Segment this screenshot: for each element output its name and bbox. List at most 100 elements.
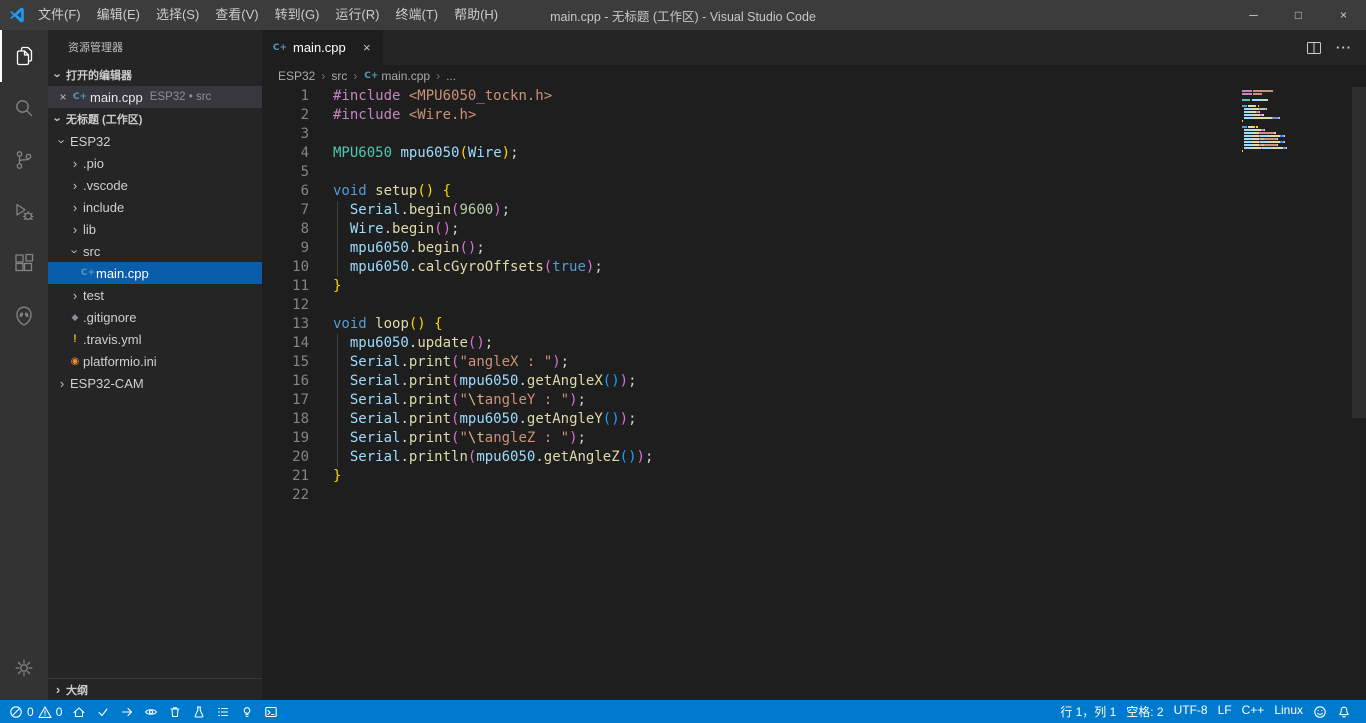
line-number[interactable]: 17 [262,391,309,410]
pio-clean-button[interactable] [163,700,187,723]
pio-monitor-button[interactable] [139,700,163,723]
tree-item-lib[interactable]: › lib [48,218,262,240]
line-number[interactable]: 3 [262,125,309,144]
menu-item[interactable]: 转到(G) [267,0,328,30]
activity-source-control-button[interactable] [0,134,48,186]
close-icon[interactable]: × [359,40,375,55]
pio-test-button[interactable] [187,700,211,723]
feedback-button[interactable] [1308,705,1332,719]
code-line[interactable]: } [333,467,1366,486]
line-number[interactable]: 1 [262,87,309,106]
close-button[interactable]: × [1321,0,1366,30]
tree-item-src[interactable]: › src [48,240,262,262]
tree-item-.gitignore[interactable]: ◆ .gitignore [48,306,262,328]
menu-item[interactable]: 终端(T) [387,0,446,30]
activity-extensions-button[interactable] [0,238,48,290]
pio-build-button[interactable] [91,700,115,723]
close-icon[interactable]: × [54,90,72,104]
line-number[interactable]: 4 [262,144,309,163]
pio-upload-button[interactable] [115,700,139,723]
code-line[interactable]: Serial.print(mpu6050.getAngleX()); [333,372,1366,391]
problems-button[interactable]: 0 0 [4,700,67,723]
open-editors-header[interactable]: › 打开的编辑器 [48,64,262,86]
code-line[interactable]: #include <Wire.h> [333,106,1366,125]
menu-item[interactable]: 运行(R) [327,0,387,30]
pio-terminal-button[interactable] [259,700,283,723]
code-line[interactable]: mpu6050.update(); [333,334,1366,353]
code-editor[interactable]: 1 2 3 4 5 6 7 8 9 10 11 12 13 14 15 16 17 18 19 20 21 22 #inc… [262,87,1366,700]
line-number[interactable]: 18 [262,410,309,429]
maximize-button[interactable]: □ [1276,0,1321,30]
cursor-position[interactable]: 行 1，列 1 [1055,703,1121,720]
editor-scrollbar[interactable] [1352,87,1366,700]
menu-item[interactable]: 文件(F) [30,0,89,30]
workspace-header[interactable]: › 无标题 (工作区) [48,108,262,130]
line-number[interactable]: 15 [262,353,309,372]
line-number[interactable]: 9 [262,239,309,258]
line-number[interactable]: 13 [262,315,309,334]
minimap[interactable] [1242,90,1352,156]
line-number[interactable]: 10 [262,258,309,277]
more-actions-icon[interactable]: ··· [1336,40,1352,55]
tab-main-cpp[interactable]: C+ main.cpp × [262,30,383,65]
encoding[interactable]: UTF-8 [1169,703,1213,717]
line-number[interactable]: 2 [262,106,309,125]
pio-home-button[interactable] [67,700,91,723]
code-line[interactable] [333,163,1366,182]
code-line[interactable]: MPU6050 mpu6050(Wire); [333,144,1366,163]
tree-item-test[interactable]: › test [48,284,262,306]
outline-header[interactable]: › 大纲 [48,678,262,700]
code-line[interactable]: Wire.begin(); [333,220,1366,239]
menu-item[interactable]: 查看(V) [207,0,266,30]
code-line[interactable]: Serial.print("\tangleZ : "); [333,429,1366,448]
code-line[interactable]: Serial.begin(9600); [333,201,1366,220]
line-number[interactable]: 7 [262,201,309,220]
breadcrumb-item[interactable]: ESP32 [278,69,315,83]
code-line[interactable] [333,486,1366,505]
notifications-button[interactable] [1332,705,1356,719]
language-mode[interactable]: C++ [1237,703,1270,717]
code-line[interactable]: void setup() { [333,182,1366,201]
breadcrumb-item[interactable]: src [331,69,347,83]
split-editor-icon[interactable] [1306,40,1322,56]
code-line[interactable]: Serial.print("angleX : "); [333,353,1366,372]
code-content[interactable]: #include <MPU6050_tockn.h> #include <Wire… [309,87,1366,700]
line-number[interactable]: 12 [262,296,309,315]
line-number[interactable]: 6 [262,182,309,201]
line-number[interactable]: 11 [262,277,309,296]
tree-item-.pio[interactable]: › .pio [48,152,262,174]
tree-item-.travis.yml[interactable]: ! .travis.yml [48,328,262,350]
code-line[interactable]: Serial.println(mpu6050.getAngleZ()); [333,448,1366,467]
activity-explorer-button[interactable] [0,30,48,82]
line-number[interactable]: 8 [262,220,309,239]
code-line[interactable] [333,125,1366,144]
breadcrumb-item[interactable]: ... [446,69,456,83]
indentation[interactable]: 空格: 2 [1121,703,1168,720]
settings-gear-button[interactable] [0,642,48,694]
code-line[interactable]: Serial.print("\tangleY : "); [333,391,1366,410]
tree-item-ESP32-CAM[interactable]: › ESP32-CAM [48,372,262,394]
menu-item[interactable]: 编辑(E) [89,0,148,30]
code-line[interactable]: Serial.print(mpu6050.getAngleY()); [333,410,1366,429]
code-line[interactable]: mpu6050.begin(); [333,239,1366,258]
code-line[interactable]: mpu6050.calcGyroOffsets(true); [333,258,1366,277]
code-line[interactable]: } [333,277,1366,296]
line-number[interactable]: 22 [262,486,309,505]
code-line[interactable]: #include <MPU6050_tockn.h> [333,87,1366,106]
code-line[interactable] [333,296,1366,315]
pio-tasks-button[interactable] [211,700,235,723]
line-number[interactable]: 21 [262,467,309,486]
tree-item-main.cpp[interactable]: C+ main.cpp [48,262,262,284]
menu-item[interactable]: 选择(S) [148,0,207,30]
tree-item-include[interactable]: › include [48,196,262,218]
line-number[interactable]: 5 [262,163,309,182]
line-number[interactable]: 20 [262,448,309,467]
gutter[interactable]: 1 2 3 4 5 6 7 8 9 10 11 12 13 14 15 16 17 18 19 20 21 22 [262,87,309,700]
line-number[interactable]: 14 [262,334,309,353]
breadcrumb-item[interactable]: C+ main.cpp [363,69,430,83]
platform[interactable]: Linux [1269,703,1308,717]
scrollbar-slider[interactable] [1352,87,1366,419]
tree-item-.vscode[interactable]: › .vscode [48,174,262,196]
eol[interactable]: LF [1213,703,1237,717]
pio-plotter-button[interactable] [235,700,259,723]
